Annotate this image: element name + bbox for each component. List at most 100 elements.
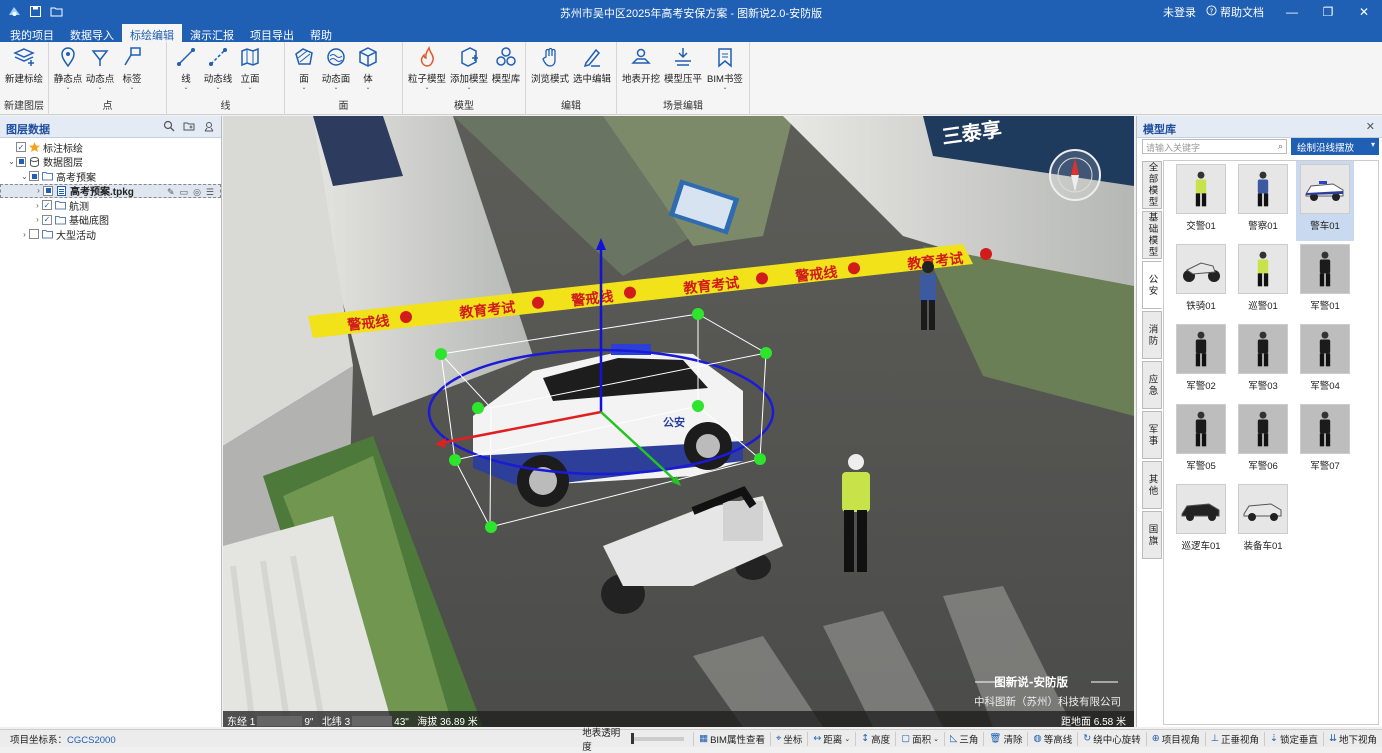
status-tool-0[interactable]: ▦ BIM属性查看 bbox=[693, 731, 770, 746]
coordinate-system-value[interactable]: CGCS2000 bbox=[67, 735, 116, 746]
status-tool-4[interactable]: ▢ 面积 ⌄ bbox=[895, 731, 944, 746]
status-tool-8[interactable]: ↻ 绕中心旋转 bbox=[1077, 731, 1145, 746]
expander-icon[interactable]: › bbox=[34, 186, 43, 195]
menu-tab-0[interactable]: 我的项目 bbox=[2, 24, 62, 42]
search-icon[interactable] bbox=[163, 120, 175, 132]
menu-tab-3[interactable]: 演示汇报 bbox=[182, 24, 242, 42]
model-item[interactable]: 装备车01 bbox=[1234, 481, 1292, 561]
draw-along-line-button[interactable]: 绘制沿线摆放 ▾ bbox=[1291, 138, 1379, 155]
model-item[interactable]: 铁骑01 bbox=[1172, 241, 1230, 321]
status-tool-2[interactable]: ↔ 距离 ⌄ bbox=[807, 731, 855, 746]
layer-tree-item[interactable]: › ✓ 基础底图 bbox=[0, 213, 221, 227]
layer-checkbox[interactable] bbox=[43, 185, 53, 196]
expander-icon[interactable]: ⌄ bbox=[7, 157, 16, 166]
layer-checkbox[interactable] bbox=[29, 171, 39, 182]
status-tool-11[interactable]: ⇣ 锁定垂直 bbox=[1264, 731, 1323, 746]
model-item[interactable]: 警察01 bbox=[1234, 161, 1292, 241]
menu-tab-1[interactable]: 数据导入 bbox=[62, 24, 122, 42]
expander-icon[interactable]: › bbox=[20, 230, 29, 239]
status-tool-9[interactable]: ⊕ 项目视角 bbox=[1145, 731, 1205, 746]
status-tool-3[interactable]: ↕ 高度 bbox=[855, 731, 895, 746]
model-item[interactable]: 警车01 bbox=[1296, 161, 1354, 241]
status-tool-7[interactable]: ◍ 等高线 bbox=[1027, 731, 1077, 746]
chevron-down-icon[interactable]: ⌄ bbox=[215, 85, 220, 91]
chevron-down-icon[interactable]: ⌄ bbox=[424, 85, 429, 91]
model-tab-7[interactable]: 国旗 bbox=[1142, 511, 1162, 559]
status-tool-5[interactable]: ◺ 三角 bbox=[944, 731, 983, 746]
locate-icon[interactable]: ◎ bbox=[193, 187, 201, 198]
layer-tree-item[interactable]: ⌄ 高考预案 bbox=[0, 169, 221, 184]
locate-icon[interactable] bbox=[203, 120, 215, 132]
add-folder-icon[interactable]: ▭ bbox=[180, 187, 189, 198]
scene-canvas[interactable]: 三泰享 警戒线教育考试警戒线教育考试警戒线教育考试 公安 图新说-安防版 中科图… bbox=[223, 116, 1134, 727]
layer-tree-item[interactable]: ⌄ 数据图层 bbox=[0, 155, 221, 169]
layer-checkbox[interactable]: ✓ bbox=[16, 142, 26, 153]
model-tab-5[interactable]: 军事 bbox=[1142, 411, 1162, 459]
layer-tree-item[interactable]: › 高考预案.tpkg ✎ ▭ ◎ ☰ bbox=[0, 183, 221, 198]
model-tab-0[interactable]: 全部模型 bbox=[1142, 161, 1162, 209]
model-item[interactable]: 军警01 bbox=[1296, 241, 1354, 321]
minimize-button[interactable]: — bbox=[1274, 0, 1310, 24]
model-item[interactable]: 军警02 bbox=[1172, 321, 1230, 401]
chevron-down-icon[interactable]: ⌄ bbox=[301, 85, 306, 91]
edit-icon[interactable]: ✎ bbox=[167, 187, 175, 198]
model-item[interactable]: 军警07 bbox=[1296, 401, 1354, 481]
model-tab-3[interactable]: 消防 bbox=[1142, 311, 1162, 359]
model-tab-4[interactable]: 应急 bbox=[1142, 361, 1162, 409]
model-tab-6[interactable]: 其他 bbox=[1142, 461, 1162, 509]
login-status[interactable]: 未登录 bbox=[1163, 4, 1196, 20]
compass-icon[interactable] bbox=[1049, 149, 1101, 201]
status-tool-10[interactable]: ⊥ 正垂视角 bbox=[1204, 731, 1264, 746]
model-tab-2[interactable]: 公安 bbox=[1142, 261, 1162, 309]
expander-icon[interactable]: › bbox=[33, 215, 42, 224]
menu-tab-2[interactable]: 标绘编辑 bbox=[122, 24, 182, 42]
status-tool-6[interactable]: 🗑 清除 bbox=[983, 731, 1027, 746]
map-3d-viewport[interactable]: 三泰享 警戒线 教育考试 警戒线 教育考试 警戒线 教育考试 公安 图新说-安防… bbox=[223, 116, 1134, 727]
model-item[interactable]: 军警05 bbox=[1172, 401, 1230, 481]
chevron-down-icon[interactable]: ⌄ bbox=[183, 85, 188, 91]
menu-icon[interactable]: ☰ bbox=[206, 187, 214, 198]
close-button[interactable]: ✕ bbox=[1346, 0, 1382, 24]
model-item[interactable]: 巡逻车01 bbox=[1172, 481, 1230, 561]
chevron-down-icon[interactable]: ⌄ bbox=[129, 85, 134, 91]
add-folder-icon[interactable] bbox=[183, 120, 195, 132]
coord-icon: ⌖ bbox=[775, 733, 782, 744]
close-icon[interactable]: ✕ bbox=[1366, 120, 1375, 133]
layer-checkbox[interactable] bbox=[16, 156, 26, 167]
layer-tree-item[interactable]: › 大型活动 bbox=[0, 227, 221, 242]
menu-tab-4[interactable]: 项目导出 bbox=[242, 24, 302, 42]
layer-tree-item[interactable]: › ✓ 航测 bbox=[0, 198, 221, 213]
restore-button[interactable]: ❐ bbox=[1310, 0, 1346, 24]
layer-tree-item[interactable]: ✓ 标注标绘 bbox=[0, 140, 221, 155]
model-search-input[interactable]: 请输入关键字 ⌕ bbox=[1142, 139, 1287, 154]
model-item[interactable]: 巡警01 bbox=[1234, 241, 1292, 321]
layer-checkbox[interactable]: ✓ bbox=[42, 214, 52, 225]
chevron-down-icon[interactable]: ⌄ bbox=[844, 735, 850, 743]
layer-checkbox[interactable]: ✓ bbox=[42, 200, 52, 211]
search-icon[interactable]: ⌕ bbox=[1278, 141, 1283, 152]
expander-icon[interactable]: ⌄ bbox=[20, 172, 29, 181]
chevron-down-icon[interactable]: ⌄ bbox=[933, 735, 939, 743]
expander-icon[interactable]: › bbox=[33, 201, 42, 210]
model-tab-1[interactable]: 基础模型 bbox=[1142, 211, 1162, 259]
chevron-down-icon[interactable]: ⌄ bbox=[65, 85, 70, 91]
chevron-down-icon[interactable]: ⌄ bbox=[247, 85, 252, 91]
help-docs-link[interactable]: 帮助文档 bbox=[1220, 4, 1264, 20]
model-item[interactable]: 交警01 bbox=[1172, 161, 1230, 241]
help-icon[interactable]: ? bbox=[1206, 5, 1217, 19]
latitude-label: 北纬 3 bbox=[321, 717, 351, 727]
status-tool-1[interactable]: ⌖ 坐标 bbox=[769, 731, 807, 746]
chevron-down-icon[interactable]: ⌄ bbox=[97, 85, 102, 91]
model-item[interactable]: 军警06 bbox=[1234, 401, 1292, 481]
dropdown-arrow-icon[interactable]: ▾ bbox=[1371, 140, 1375, 149]
menu-tab-5[interactable]: 帮助 bbox=[302, 24, 340, 42]
chevron-down-icon[interactable]: ⌄ bbox=[365, 85, 370, 91]
status-tool-12[interactable]: ⇊ 地下视角 bbox=[1323, 731, 1382, 746]
model-item[interactable]: 军警03 bbox=[1234, 321, 1292, 401]
model-item[interactable]: 军警04 bbox=[1296, 321, 1354, 401]
transparency-slider[interactable] bbox=[630, 732, 685, 744]
chevron-down-icon[interactable]: ⌄ bbox=[333, 85, 338, 91]
chevron-down-icon[interactable]: ⌄ bbox=[722, 85, 727, 91]
chevron-down-icon[interactable]: ⌄ bbox=[466, 85, 471, 91]
layer-checkbox[interactable] bbox=[29, 229, 39, 240]
